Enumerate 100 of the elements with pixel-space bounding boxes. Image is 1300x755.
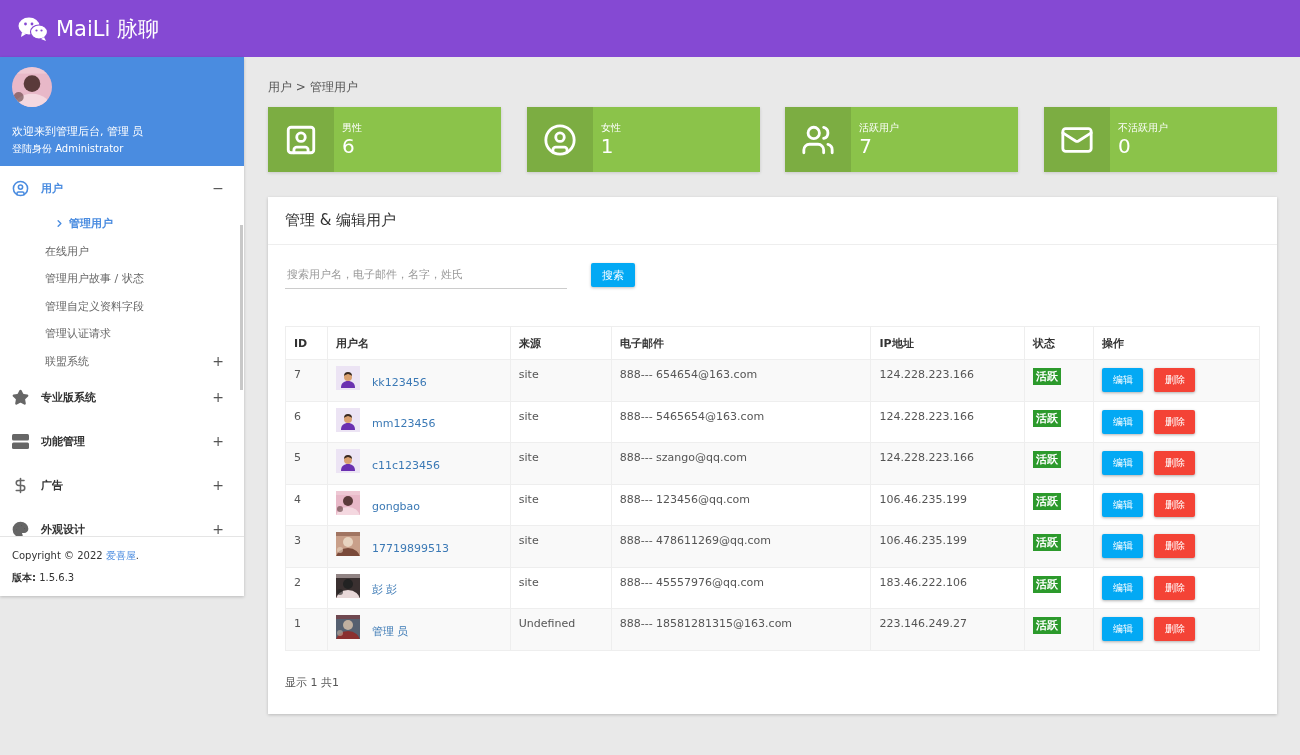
username-link[interactable]: 彭 彭 — [371, 574, 398, 597]
chevron-icon — [54, 218, 65, 230]
column-header: IP地址 — [870, 326, 1025, 360]
menu-item[interactable]: 功能管理 + — [0, 419, 238, 463]
column-header: 用户名 — [327, 326, 511, 360]
table-cell: 888--- szango@qq.com — [611, 442, 871, 484]
delete-button[interactable]: 删除 — [1154, 492, 1196, 517]
pagination-summary: 显示 1 共1 — [285, 674, 340, 690]
avatar-icon — [335, 449, 360, 473]
site-link[interactable]: 爱喜屋 — [105, 550, 136, 561]
stat-label: 男性 — [342, 121, 362, 135]
column-header: 操作 — [1093, 326, 1260, 360]
delete-button[interactable]: 删除 — [1154, 451, 1196, 475]
stat-label: 活跃用户 — [859, 121, 900, 135]
edit-button[interactable]: 编辑 — [1102, 492, 1144, 517]
table-cell: 124.228.223.166 — [870, 359, 1025, 401]
menu-item[interactable]: 外观设计 + — [0, 507, 238, 536]
role-text: 登陆身份 Administrator — [12, 142, 125, 156]
status-badge: 活跃 — [1033, 451, 1062, 468]
version-text: 版本: 1.5.6.3 — [12, 571, 76, 585]
table-cell: site — [510, 484, 612, 526]
column-header: 状态 — [1024, 326, 1094, 360]
breadcrumb: 用户 > 管理用户 — [268, 79, 359, 96]
edit-button[interactable]: 编辑 — [1102, 617, 1144, 641]
stat-value: 0 — [1117, 135, 1132, 157]
edit-button[interactable]: 编辑 — [1102, 534, 1144, 558]
username-link[interactable]: kk123456 — [371, 367, 427, 389]
menu-item[interactable]: 专业版系统 + — [0, 375, 238, 419]
table-cell: site — [510, 442, 612, 484]
search-button[interactable]: 搜索 — [591, 263, 635, 287]
table-cell: 106.46.235.199 — [870, 525, 1025, 567]
delete-button[interactable]: 删除 — [1154, 368, 1196, 392]
chat-bubbles-icon — [18, 16, 48, 41]
server-icon — [12, 433, 29, 449]
status-badge: 活跃 — [1033, 409, 1062, 427]
edit-button[interactable]: 编辑 — [1102, 575, 1144, 600]
avatar-icon — [335, 407, 360, 432]
table-cell: site — [510, 525, 612, 567]
avatar-icon — [335, 366, 360, 390]
submenu-item[interactable]: 管理自定义资料字段 — [0, 292, 238, 320]
menu-item[interactable]: 广告 + — [0, 463, 238, 507]
delete-button[interactable]: 删除 — [1154, 534, 1196, 558]
table-cell: 6 — [285, 401, 328, 443]
welcome-text: 欢迎来到管理后台, 管理 员 — [12, 124, 145, 139]
column-header: 来源 — [510, 326, 612, 360]
stat-label: 不活跃用户 — [1117, 121, 1168, 135]
status-badge: 活跃 — [1033, 492, 1062, 510]
username-link[interactable]: mm123456 — [371, 409, 436, 430]
table-cell: 888--- 18581281315@163.com — [611, 608, 871, 650]
user-circle-icon — [12, 179, 29, 197]
table-cell: 124.228.223.166 — [870, 442, 1025, 484]
table-cell: 4 — [285, 484, 328, 526]
stat-label: 女性 — [600, 121, 621, 135]
submenu-item[interactable]: 管理用户故事 / 状态 — [0, 265, 238, 293]
star-icon — [12, 388, 29, 406]
delete-button[interactable]: 删除 — [1154, 409, 1196, 434]
table-cell: 888--- 45557976@qq.com — [611, 567, 871, 609]
table-cell: 106.46.235.199 — [870, 484, 1025, 526]
palette-icon — [12, 520, 29, 536]
submenu-item[interactable]: 管理认证请求 — [0, 320, 238, 348]
edit-button[interactable]: 编辑 — [1102, 451, 1144, 475]
table-cell: 5 — [285, 442, 328, 484]
table-cell: site — [510, 401, 612, 443]
table-cell: site — [510, 359, 612, 401]
submenu-item[interactable]: 管理用户 — [0, 210, 238, 238]
username-link[interactable]: gongbao — [371, 492, 421, 513]
table-cell: Undefined — [510, 608, 612, 650]
scrollbar[interactable] — [240, 225, 243, 390]
table-cell: 888--- 654654@163.com — [611, 359, 871, 401]
status-badge: 活跃 — [1033, 368, 1062, 385]
menu-item[interactable]: 用户 − — [0, 166, 238, 210]
username-link[interactable]: c11c123456 — [371, 450, 441, 472]
column-header: ID — [285, 326, 328, 360]
delete-button[interactable]: 删除 — [1154, 617, 1196, 641]
stat-value: 6 — [342, 135, 356, 157]
table-cell: site — [510, 567, 612, 609]
app-title: MaiLi 脉聊 — [56, 15, 160, 43]
username-link[interactable]: 管理 员 — [371, 615, 409, 639]
table-cell: 2 — [285, 567, 328, 609]
status-badge: 活跃 — [1033, 617, 1062, 634]
stat-value: 7 — [859, 135, 874, 157]
table-cell: 183.46.222.106 — [870, 567, 1025, 609]
status-badge: 活跃 — [1033, 575, 1062, 593]
table-cell: 888--- 478611269@qq.com — [611, 525, 871, 567]
edit-button[interactable]: 编辑 — [1102, 368, 1144, 392]
table-cell: 124.228.223.166 — [870, 401, 1025, 443]
submenu-item[interactable]: 在线用户 — [0, 237, 238, 265]
panel-title: 管理 & 编辑用户 — [285, 211, 397, 230]
table-cell: 1 — [285, 608, 328, 650]
edit-button[interactable]: 编辑 — [1102, 409, 1144, 434]
delete-button[interactable]: 删除 — [1154, 575, 1196, 600]
submenu-item[interactable]: 联盟系统 + — [0, 347, 238, 375]
table-cell: 223.146.249.27 — [870, 608, 1025, 650]
user-circle-icon — [542, 122, 577, 157]
table-cell: 3 — [285, 525, 328, 567]
stat-value: 1 — [600, 135, 615, 157]
table-cell: 888--- 123456@qq.com — [611, 484, 871, 526]
table-cell: 888--- 5465654@163.com — [611, 401, 871, 443]
copyright-text: Copyright © 2022 爱喜屋. — [12, 549, 141, 563]
column-header: 电子邮件 — [611, 326, 871, 360]
